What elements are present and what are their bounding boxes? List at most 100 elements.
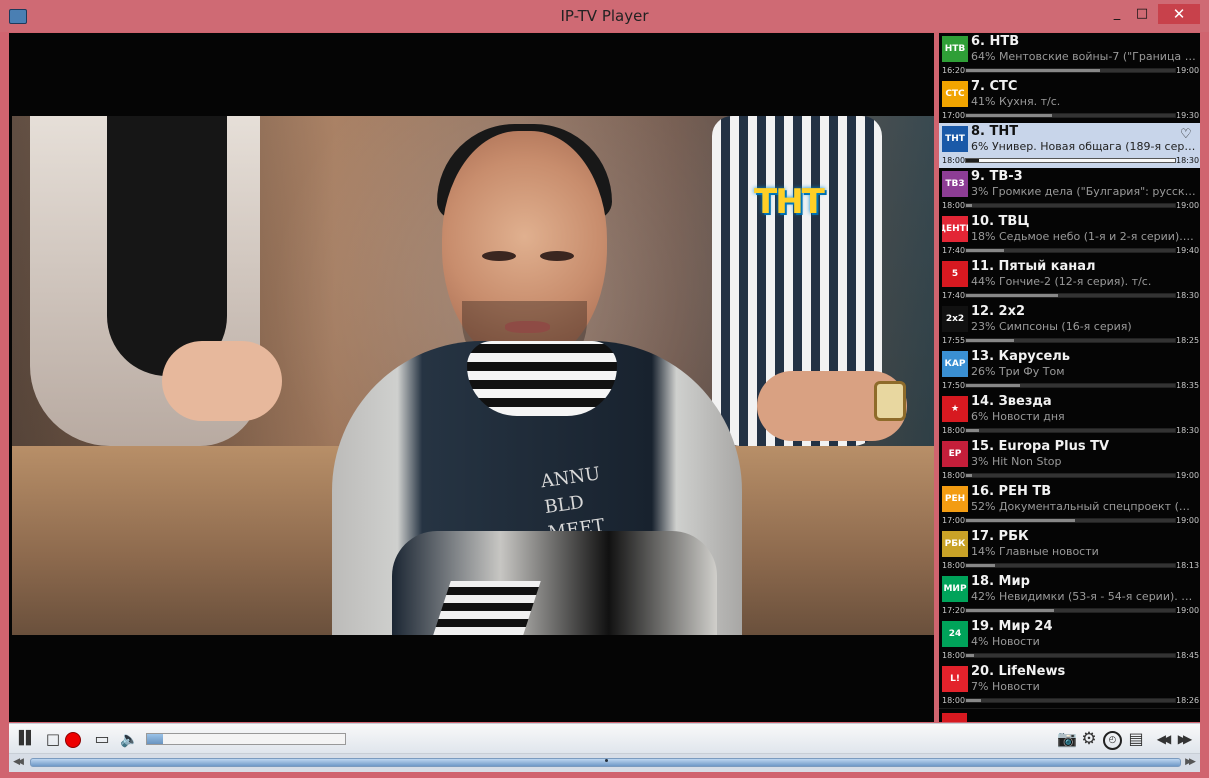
- minimize-button[interactable]: _: [1108, 4, 1126, 24]
- channel-logo: КАР: [942, 351, 968, 377]
- video-main-person-mouth: [505, 321, 550, 333]
- channel-program: 6% Универ. Новая общага (189-я серия). .…: [971, 140, 1197, 153]
- channel-logo: ЦЕНТР: [942, 216, 968, 242]
- program-start-time: 18:00: [942, 696, 966, 705]
- video-jacket-collar: [467, 341, 617, 416]
- channel-program: 64% Ментовские войны-7 ("Граница зла", .…: [971, 50, 1197, 63]
- channel-name: 8. ТНТ: [971, 124, 1019, 139]
- channel-logo: НТВ: [942, 36, 968, 62]
- channel-name: 17. РБК: [971, 529, 1029, 544]
- title-bar[interactable]: IP-TV Player _ □ ✕: [0, 0, 1209, 32]
- program-start-time: 17:50: [942, 381, 966, 390]
- channel-name: 19. Мир 24: [971, 619, 1053, 634]
- program-progress-fill: [966, 519, 1075, 522]
- program-start-time: 18:00: [942, 471, 966, 480]
- seek-back-button[interactable]: ◀◀: [9, 754, 25, 770]
- favorite-heart-icon[interactable]: ♡: [1180, 128, 1193, 141]
- channel-item[interactable]: ★ 14. Звезда 6% Новости дня 18:00 18:30: [939, 393, 1200, 439]
- program-progress-bar: [965, 563, 1176, 568]
- channel-name: 9. ТВ-3: [971, 169, 1023, 184]
- channel-logo: МИР: [942, 576, 968, 602]
- channel-item[interactable]: КАР 13. Карусель 26% Три Фу Том 17:50 18:35: [939, 348, 1200, 394]
- program-progress-fill: [966, 429, 979, 432]
- channel-name: 20. LifeNews: [971, 664, 1066, 679]
- channel-list[interactable]: НТВ 6. НТВ 64% Ментовские войны-7 ("Границ…: [939, 33, 1200, 722]
- channel-program: 52% Документальный спецпроект (Вся пр...: [971, 500, 1197, 513]
- previous-channel-button[interactable]: ◀◀: [1153, 730, 1171, 748]
- program-end-time: 18:30: [1176, 426, 1200, 435]
- channel-name: 16. РЕН ТВ: [971, 484, 1052, 499]
- channel-item[interactable]: РЕН 16. РЕН ТВ 52% Документальный спецпрое…: [939, 483, 1200, 529]
- ip-tv-player-window: IP-TV Player _ □ ✕ ANNU BLD MEET ТНТ НТВ…: [0, 0, 1209, 778]
- channel-item[interactable]: L! 20. LifeNews 7% Новости 18:00 18:26: [939, 663, 1200, 709]
- video-playback-area[interactable]: ANNU BLD MEET ТНТ: [9, 33, 934, 722]
- channel-logo: ТВ3: [942, 171, 968, 197]
- channel-item[interactable]: 24 19. Мир 24 4% Новости 18:00 18:45: [939, 618, 1200, 664]
- program-start-time: 17:55: [942, 336, 966, 345]
- volume-icon[interactable]: 🔈: [120, 730, 139, 748]
- program-start-time: 18:00: [942, 651, 966, 660]
- channel-name: 12. 2x2: [971, 304, 1026, 319]
- video-frame: ANNU BLD MEET ТНТ: [12, 116, 934, 635]
- program-end-time: 19:00: [1176, 201, 1200, 210]
- video-main-person-left-eye: [482, 251, 516, 261]
- channel-logo: ТНТ: [942, 126, 968, 152]
- channel-item[interactable]: ТВ3 9. ТВ-3 3% Громкие дела ("Булгария": р…: [939, 168, 1200, 214]
- channel-item[interactable]: РБК 17. РБК 14% Главные новости 18:00 18:13: [939, 528, 1200, 574]
- open-folder-button[interactable]: ▭: [93, 730, 111, 748]
- channel-logo: ★: [942, 396, 968, 422]
- program-progress-fill: [966, 384, 1021, 387]
- record-button[interactable]: [65, 732, 81, 748]
- seek-position-marker[interactable]: [604, 759, 608, 762]
- close-button[interactable]: ✕: [1158, 4, 1200, 24]
- channel-item[interactable]: EP 15. Europa Plus TV 3% Hit Non Stop 18:00…: [939, 438, 1200, 484]
- channel-logo: 5: [942, 261, 968, 287]
- program-progress-bar: [965, 248, 1176, 253]
- program-progress-bar: [965, 158, 1176, 163]
- program-progress-bar: [965, 473, 1176, 478]
- channel-logo: 2x2: [942, 306, 968, 332]
- snapshot-button[interactable]: 📷: [1057, 730, 1077, 748]
- program-start-time: 18:00: [942, 201, 966, 210]
- channel-item[interactable]: ТНТ 8. ТНТ 6% Универ. Новая общага (189-я …: [939, 123, 1200, 169]
- program-start-time: 18:00: [942, 156, 966, 165]
- volume-slider[interactable]: [146, 733, 346, 745]
- seek-bar[interactable]: ◀◀ ▶▶: [9, 753, 1200, 772]
- program-progress-fill: [966, 564, 996, 567]
- channel-item[interactable]: ЦЕНТР10. ТВЦ18% Седьмое небо (1-я и 2-я …: [939, 213, 1200, 259]
- program-end-time: 18:35: [1176, 381, 1200, 390]
- program-progress-bar: [965, 518, 1176, 523]
- volume-slider-fill: [147, 734, 163, 744]
- program-start-time: 17:20: [942, 606, 966, 615]
- channel-item[interactable]: МИР 18. Мир 42% Невидимки (53-я - 54-я сер…: [939, 573, 1200, 619]
- channel-program: 26% Три Фу Том: [971, 365, 1065, 378]
- program-progress-bar: [965, 113, 1176, 118]
- program-end-time: 18:45: [1176, 651, 1200, 660]
- program-end-time: 18:13: [1176, 561, 1200, 570]
- stop-button[interactable]: □: [44, 730, 62, 748]
- channel-item[interactable]: 5 11. Пятый канал 44% Гончие-2 (12-я серия…: [939, 258, 1200, 304]
- video-watch: [874, 381, 906, 421]
- video-person-left-arm: [162, 341, 282, 421]
- seek-forward-button[interactable]: ▶▶: [1181, 754, 1197, 770]
- settings-button[interactable]: ⚙: [1080, 730, 1098, 748]
- playlist-button[interactable]: ▤: [1127, 730, 1145, 748]
- program-progress-bar: [965, 338, 1176, 343]
- channel-logo: РБК: [942, 531, 968, 557]
- pause-button[interactable]: ▌▌: [17, 730, 36, 748]
- channel-item[interactable]: НТВ 6. НТВ 64% Ментовские войны-7 ("Границ…: [939, 33, 1200, 79]
- channel-logo: 24: [942, 621, 968, 647]
- next-channel-button[interactable]: ▶▶: [1174, 730, 1192, 748]
- program-start-time: 18:00: [942, 426, 966, 435]
- channel-item[interactable]: СТС 7. СТС 41% Кухня. т/с. 17:00 19:30: [939, 78, 1200, 124]
- channel-program: 14% Главные новости: [971, 545, 1099, 558]
- channel-item[interactable]: 2x2 12. 2x2 23% Симпсоны (16-я серия) 17:55…: [939, 303, 1200, 349]
- program-end-time: 18:30: [1176, 156, 1200, 165]
- program-progress-bar: [965, 293, 1176, 298]
- channel-name: 14. Звезда: [971, 394, 1052, 409]
- maximize-button[interactable]: □: [1133, 4, 1151, 24]
- program-progress-fill: [966, 114, 1052, 117]
- schedule-button[interactable]: ◴: [1103, 731, 1122, 750]
- program-end-time: 18:25: [1176, 336, 1200, 345]
- program-progress-bar: [965, 428, 1176, 433]
